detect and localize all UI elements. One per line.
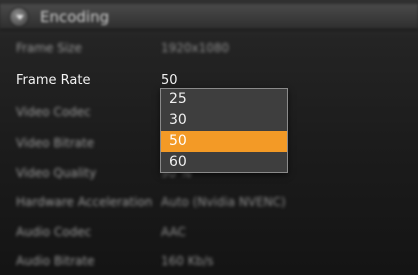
frame-size-value[interactable]: 1920x1080: [161, 41, 229, 55]
frame-rate-option-60[interactable]: 60: [161, 152, 287, 173]
audio-codec-value[interactable]: AAC: [161, 225, 186, 239]
frame-rate-option-30[interactable]: 30: [161, 110, 287, 131]
frame-rate-option-50[interactable]: 50: [161, 131, 287, 152]
video-codec-label: Video Codec: [16, 105, 91, 119]
hardware-acceleration-value[interactable]: Auto (Nvidia NVENC): [161, 195, 286, 209]
audio-bitrate-label: Audio Bitrate: [16, 254, 95, 268]
audio-codec-label: Audio Codec: [16, 225, 92, 239]
frame-rate-option-25[interactable]: 25: [161, 89, 287, 110]
frame-rate-label: Frame Rate: [16, 73, 91, 88]
frame-size-label: Frame Size: [16, 41, 82, 55]
row-hardware-acceleration[interactable]: Hardware Acceleration Auto (Nvidia NVENC…: [0, 192, 418, 214]
video-bitrate-label: Video Bitrate: [16, 136, 95, 150]
frame-rate-dropdown[interactable]: 25 30 50 60: [160, 88, 288, 173]
collapse-arrow-icon[interactable]: [9, 7, 29, 27]
row-frame-size[interactable]: Frame Size 1920x1080: [0, 38, 418, 60]
frame-rate-value[interactable]: 50: [161, 73, 178, 88]
section-title: Encoding: [40, 8, 110, 26]
row-audio-bitrate[interactable]: Audio Bitrate 160 Kb/s: [0, 251, 418, 273]
encoding-section-header[interactable]: Encoding: [0, 4, 418, 30]
audio-bitrate-value[interactable]: 160 Kb/s: [161, 254, 214, 268]
video-quality-label: Video Quality: [16, 166, 97, 180]
hardware-acceleration-label: Hardware Acceleration: [16, 195, 153, 209]
encoding-panel: Encoding Frame Size 1920x1080 Frame Rate…: [0, 0, 418, 275]
row-audio-codec[interactable]: Audio Codec AAC: [0, 222, 418, 244]
